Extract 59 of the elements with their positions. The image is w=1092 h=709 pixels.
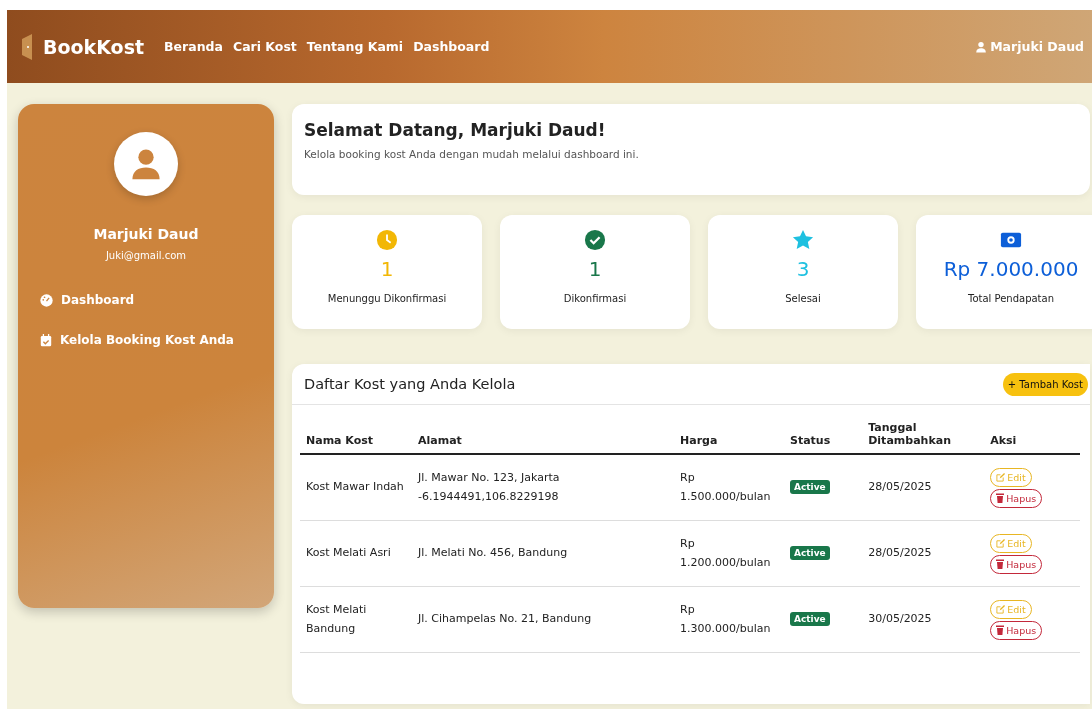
table-cell: Rp 1.500.000/bulan — [674, 454, 784, 521]
nav-link[interactable]: Tentang Kami — [306, 39, 404, 54]
table-title: Daftar Kost yang Anda Kelola — [304, 376, 516, 392]
column-header: Alamat — [412, 415, 674, 454]
table-cell: Jl. Mawar No. 123, Jakarta -6.1944491,106.8229198 — [412, 454, 674, 521]
user-icon — [975, 40, 988, 53]
edit-icon — [996, 604, 1006, 614]
trash-icon — [996, 625, 1005, 635]
stat-value: Rp 7.000.000 — [943, 257, 1079, 281]
nav-link[interactable]: Cari Kost — [232, 39, 297, 54]
trash-icon — [996, 559, 1005, 569]
stat-label: Dikonfirmasi — [563, 293, 627, 304]
brand-name[interactable]: BookKost — [43, 35, 145, 58]
stat-label: Total Pendapatan — [967, 293, 1054, 304]
edit-icon — [996, 538, 1006, 548]
gauge-icon — [40, 293, 53, 307]
status-badge: Active — [790, 480, 830, 495]
door-logo-icon — [19, 33, 33, 60]
table-cell: Kost Mawar Indah — [300, 454, 412, 521]
calendar-icon — [40, 333, 52, 347]
stat-label: Menunggu Dikonfirmasi — [327, 293, 447, 304]
column-header: Tanggal Ditambahkan — [862, 415, 985, 454]
edit-icon — [996, 472, 1006, 482]
star-icon — [792, 229, 814, 251]
stat-label: Selesai — [785, 293, 821, 304]
add-button[interactable]: + Tambah Kost — [1002, 372, 1088, 396]
stat-value: 3 — [796, 257, 810, 281]
welcome-subtitle: Kelola booking kost Anda dengan mudah melalui dashboard ini. — [304, 148, 640, 160]
profile-email: Juki@gmail.com — [105, 250, 187, 261]
profile-name: Marjuki Daud — [93, 226, 199, 242]
table-cell: Jl. Melati No. 456, Bandung — [412, 520, 674, 587]
stat-value: 1 — [588, 257, 602, 281]
clock-icon — [376, 229, 398, 251]
sidebar-item[interactable]: Dashboard — [40, 293, 274, 307]
table-cell: 28/05/2025 — [862, 520, 985, 587]
table-cell: Kost Melati Bandung — [300, 586, 412, 653]
table-cell: 28/05/2025 — [862, 454, 985, 521]
table-cell: Rp 1.300.000/bulan — [674, 586, 784, 653]
welcome-title: Selamat Datang, Marjuki Daud! — [304, 120, 607, 140]
delete-button[interactable]: Hapus — [990, 554, 1043, 574]
table-cell: Rp 1.200.000/bulan — [674, 520, 784, 587]
column-header: Status — [784, 415, 863, 454]
check-circle-icon — [584, 229, 606, 251]
stat-value: 1 — [380, 257, 394, 281]
column-header: Aksi — [984, 415, 1080, 454]
trash-icon — [996, 493, 1005, 503]
user-menu[interactable]: Marjuki Daud — [975, 39, 1084, 54]
table-cell: Kost Melati Asri — [300, 520, 412, 587]
delete-button[interactable]: Hapus — [990, 488, 1043, 508]
sidebar-item[interactable]: Kelola Booking Kost Anda — [40, 333, 274, 347]
nav-link[interactable]: Beranda — [164, 39, 223, 54]
table-cell: 30/05/2025 — [862, 586, 985, 653]
nav-link[interactable]: Dashboard — [413, 39, 490, 54]
status-badge: Active — [790, 612, 830, 627]
table-cell: Jl. Cihampelas No. 21, Bandung — [412, 586, 674, 653]
status-badge: Active — [790, 546, 830, 561]
delete-button[interactable]: Hapus — [990, 620, 1043, 640]
column-header: Harga — [674, 415, 784, 454]
column-header: Nama Kost — [300, 415, 412, 454]
